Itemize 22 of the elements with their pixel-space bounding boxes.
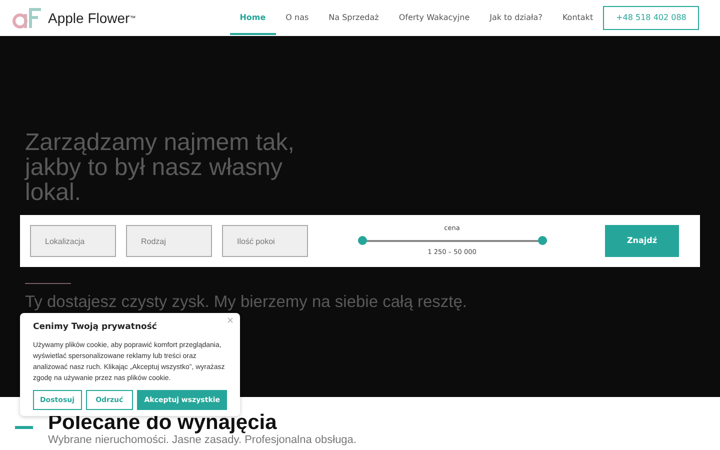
nav-link[interactable]: Kontakt xyxy=(552,1,604,35)
phone-button[interactable]: +48 518 402 088 xyxy=(603,6,700,30)
search-button[interactable]: Znajdź xyxy=(605,225,679,257)
brand-name[interactable]: Apple Flower$^{™}$ xyxy=(48,8,136,28)
price-slider[interactable] xyxy=(358,236,546,245)
hero-heading: Zarządzamy najmem tak, jakby to był nasz własny lokal. xyxy=(25,130,296,205)
hero-tagline: Ty dostajesz czysty zysk. My bierzemy na siebie całą resztę. xyxy=(25,292,468,313)
nav-link[interactable]: O nas xyxy=(276,1,319,35)
slider-handle[interactable] xyxy=(538,236,546,245)
section-subheading: Wybrane nieruchomości. Jasne zasady. Profesjonalna obsługa. xyxy=(48,434,356,447)
slider-handle[interactable] xyxy=(358,236,366,245)
nav-link[interactable]: Jak to działa? xyxy=(480,1,552,35)
logo-icon xyxy=(12,7,42,29)
section-heading: Polecane do wynajęcia xyxy=(48,412,278,434)
search-field[interactable]: Lokalizacja xyxy=(30,225,116,257)
close-button[interactable]: × xyxy=(226,315,234,328)
nav-link[interactable]: Oferty Wakacyjne xyxy=(388,1,480,35)
search-field[interactable]: Rodzaj xyxy=(126,225,212,257)
search-field[interactable]: Ilość pokoi xyxy=(222,225,308,257)
accent-dash xyxy=(15,426,33,429)
cookie-title: Cenimy Twoją prywatność xyxy=(33,321,158,334)
nav-link[interactable]: Na Sprzedaż xyxy=(318,1,389,35)
